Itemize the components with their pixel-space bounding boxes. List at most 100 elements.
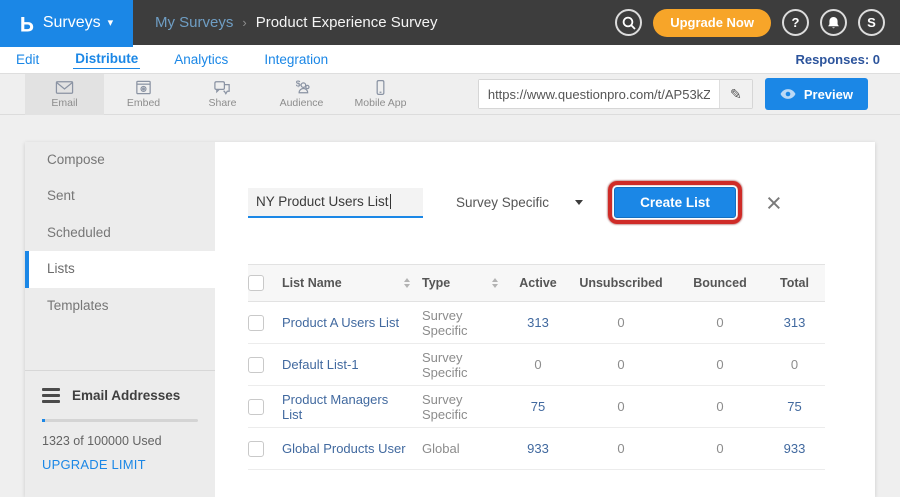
list-name-input[interactable]: NY Product Users List: [248, 188, 423, 218]
lists-panel: Compose Sent Scheduled Lists Templates E…: [25, 142, 875, 497]
bell-icon: [827, 16, 840, 30]
channel-audience[interactable]: $ Audience: [262, 74, 341, 115]
chevron-down-icon: [575, 200, 583, 205]
list-name-link[interactable]: Default List-1: [282, 357, 359, 372]
nav-accent-line: [0, 45, 133, 47]
breadcrumb-my-surveys[interactable]: My Surveys: [155, 14, 233, 31]
list-type: Global: [422, 441, 460, 456]
questionpro-logo-icon: P: [20, 11, 34, 35]
list-type-select[interactable]: Survey Specific: [456, 195, 583, 210]
usage-progress-fill: [42, 419, 45, 422]
channel-email[interactable]: Email: [25, 74, 104, 115]
active-count: 0: [510, 357, 566, 372]
list-type-value: Survey Specific: [456, 195, 549, 210]
unsubscribed-count: 0: [566, 441, 676, 456]
header-actions: Upgrade Now ? S: [615, 9, 900, 37]
table-row: Product Managers List Survey Specific 75…: [248, 386, 825, 428]
list-name-link[interactable]: Global Products User: [282, 441, 406, 456]
unsubscribed-count: 0: [566, 357, 676, 372]
distribute-toolbar: Email Embed Share $ Audience M: [0, 74, 900, 115]
question-mark-icon: ?: [792, 15, 800, 30]
column-header-bounced: Bounced: [676, 276, 764, 290]
chevron-down-icon: ▾: [108, 16, 114, 29]
channel-embed[interactable]: Embed: [104, 74, 183, 115]
channel-label: Audience: [280, 97, 324, 109]
preview-button[interactable]: Preview: [765, 78, 868, 110]
share-bubbles-icon: [213, 79, 232, 96]
breadcrumb: My Surveys › Product Experience Survey: [155, 14, 437, 31]
search-icon: [622, 16, 636, 30]
surveys-product-menu[interactable]: P Surveys ▾: [0, 0, 133, 45]
survey-url-input[interactable]: [479, 80, 719, 108]
red-highlight-annotation: Create List: [608, 181, 742, 224]
create-list-button[interactable]: Create List: [614, 187, 736, 218]
create-list-row: NY Product Users List Survey Specific Cr…: [248, 181, 875, 224]
sidebar-item-sent[interactable]: Sent: [25, 178, 215, 214]
sort-icon[interactable]: [492, 278, 498, 288]
tab-distribute[interactable]: Distribute: [73, 49, 140, 69]
channel-label: Embed: [127, 97, 160, 109]
mobile-phone-icon: [371, 79, 390, 96]
bounced-count: 0: [676, 441, 764, 456]
product-name: Surveys: [43, 14, 101, 32]
total-count[interactable]: 75: [764, 399, 825, 414]
usage-progress-bar: [42, 419, 198, 422]
responses-count[interactable]: Responses: 0: [795, 52, 886, 67]
search-button[interactable]: [615, 9, 642, 36]
sort-icon[interactable]: [404, 278, 410, 288]
row-checkbox[interactable]: [248, 399, 264, 415]
text-cursor: [390, 194, 391, 209]
total-count[interactable]: 933: [764, 441, 825, 456]
preview-label: Preview: [804, 87, 853, 102]
avatar-initial: S: [867, 15, 876, 30]
column-header-total: Total: [764, 276, 825, 290]
channel-mobile-app[interactable]: Mobile App: [341, 74, 420, 115]
column-header-type: Type: [422, 276, 450, 290]
list-lines-icon: [42, 388, 60, 403]
table-header-row: List Name Type Active Unsubscribed Bounc…: [248, 264, 825, 302]
email-addresses-title: Email Addresses: [72, 388, 180, 403]
column-header-unsubscribed: Unsubscribed: [566, 276, 676, 290]
total-count[interactable]: 313: [764, 315, 825, 330]
embed-window-gear-icon: [134, 79, 153, 96]
help-button[interactable]: ?: [782, 9, 809, 36]
notifications-button[interactable]: [820, 9, 847, 36]
usage-text: 1323 of 100000 Used: [42, 434, 198, 448]
account-avatar[interactable]: S: [858, 9, 885, 36]
column-header-active: Active: [510, 276, 566, 290]
active-count[interactable]: 75: [510, 399, 566, 414]
sidebar-item-compose[interactable]: Compose: [25, 142, 215, 178]
top-header: P Surveys ▾ My Surveys › Product Experie…: [0, 0, 900, 45]
tab-integration[interactable]: Integration: [262, 50, 330, 69]
list-name-value: NY Product Users List: [256, 194, 389, 209]
lists-table: List Name Type Active Unsubscribed Bounc…: [248, 264, 825, 470]
table-row: Global Products User Global 933 0 0 933: [248, 428, 825, 470]
row-checkbox[interactable]: [248, 315, 264, 331]
sidebar-item-lists[interactable]: Lists: [25, 251, 215, 287]
active-count[interactable]: 933: [510, 441, 566, 456]
list-name-link[interactable]: Product A Users List: [282, 315, 399, 330]
table-row: Product A Users List Survey Specific 313…: [248, 302, 825, 344]
row-checkbox[interactable]: [248, 357, 264, 373]
row-checkbox[interactable]: [248, 441, 264, 457]
column-header-list-name: List Name: [282, 276, 342, 290]
envelope-icon: [55, 79, 74, 96]
list-type: Survey Specific: [422, 392, 498, 422]
breadcrumb-separator-icon: ›: [242, 15, 246, 30]
tab-analytics[interactable]: Analytics: [172, 50, 230, 69]
upgrade-now-button[interactable]: Upgrade Now: [653, 9, 771, 37]
edit-url-button[interactable]: ✎: [719, 80, 752, 108]
email-addresses-summary: Email Addresses 1323 of 100000 Used UPGR…: [25, 370, 215, 474]
upgrade-limit-link[interactable]: UPGRADE LIMIT: [42, 457, 146, 472]
sidebar-item-scheduled[interactable]: Scheduled: [25, 215, 215, 251]
bounced-count: 0: [676, 399, 764, 414]
email-sidebar: Compose Sent Scheduled Lists Templates E…: [25, 142, 215, 497]
sidebar-item-templates[interactable]: Templates: [25, 288, 215, 324]
eye-icon: [780, 88, 796, 100]
tab-edit[interactable]: Edit: [14, 50, 41, 69]
channel-share[interactable]: Share: [183, 74, 262, 115]
active-count[interactable]: 313: [510, 315, 566, 330]
select-all-checkbox[interactable]: [248, 275, 264, 291]
list-name-link[interactable]: Product Managers List: [282, 392, 410, 422]
close-icon[interactable]: ×: [766, 193, 782, 213]
